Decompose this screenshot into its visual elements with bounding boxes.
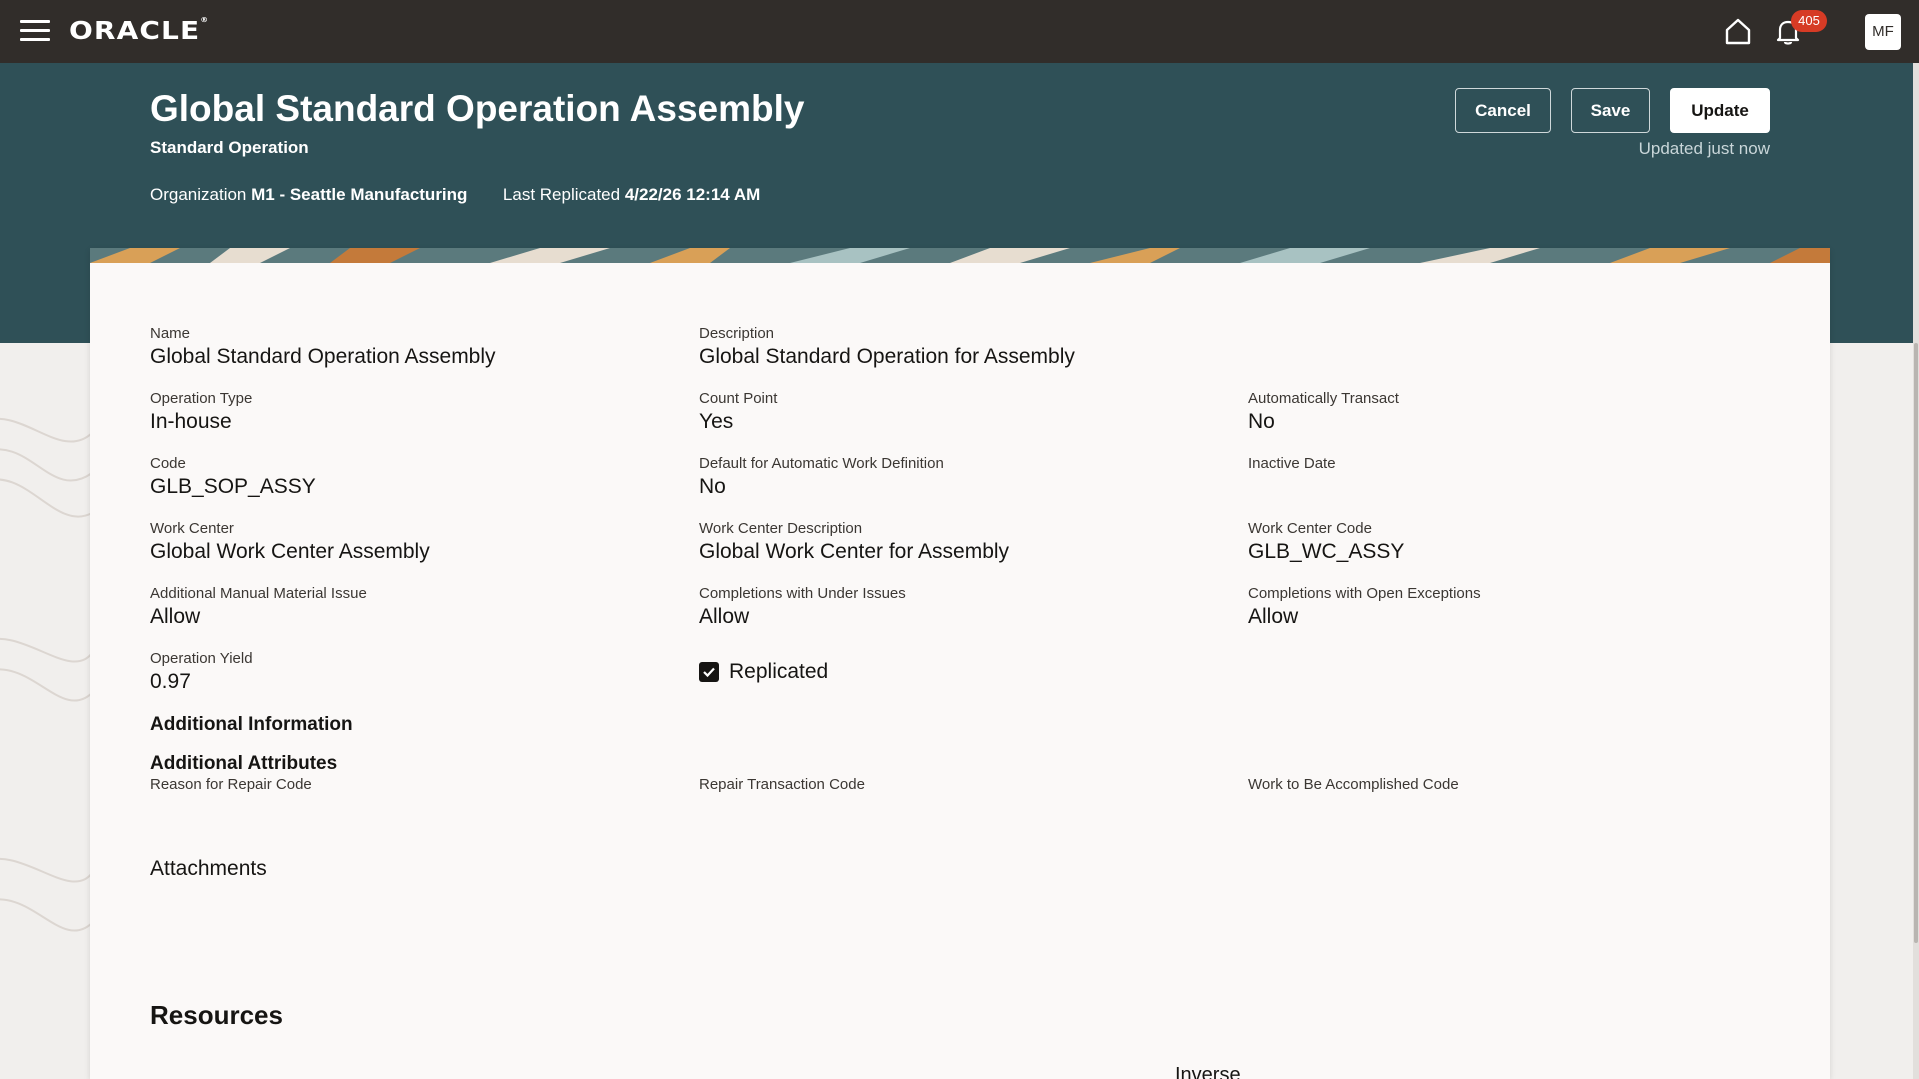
field-value: Yes — [699, 410, 734, 433]
field-label: Completions with Under Issues — [699, 585, 906, 602]
additional-information-heading: Additional Information — [150, 714, 353, 735]
field-work-center: Work Center Global Work Center Assembly — [150, 520, 430, 564]
organization-value: M1 - Seattle Manufacturing — [251, 185, 468, 204]
field-default-work-definition: Default for Automatic Work Definition No — [699, 455, 944, 499]
background-pattern — [0, 417, 92, 932]
replicated-label: Replicated — [729, 660, 829, 683]
field-name: Name Global Standard Operation Assembly — [150, 325, 496, 369]
field-label: Repair Transaction Code — [699, 776, 865, 793]
page-subtitle: Standard Operation — [150, 138, 309, 157]
field-count-point: Count Point Yes — [699, 390, 777, 434]
cancel-button[interactable]: Cancel — [1455, 88, 1551, 133]
field-code: Code GLB_SOP_ASSY — [150, 455, 316, 499]
field-label: Work Center Description — [699, 520, 863, 537]
field-label: Additional Manual Material Issue — [150, 585, 367, 602]
field-completions-open-exceptions: Completions with Open Exceptions Allow — [1248, 585, 1481, 629]
field-work-center-code: Work Center Code GLB_WC_ASSY — [1248, 520, 1404, 564]
field-automatically-transact: Automatically Transact No — [1248, 390, 1399, 434]
field-label: Operation Yield — [150, 650, 253, 667]
field-reason-repair-code: Reason for Repair Code — [150, 776, 312, 796]
field-value: No — [1248, 410, 1275, 433]
last-replicated-label: Last Replicated — [502, 185, 621, 204]
field-label: Name — [150, 325, 191, 342]
resources-heading: Resources — [150, 1000, 283, 1030]
user-avatar[interactable]: MF — [1865, 14, 1901, 50]
field-value: No — [699, 475, 726, 498]
replicated-checkbox[interactable]: Replicated — [699, 660, 828, 684]
card-decorative-strip — [90, 248, 1830, 263]
field-label: Automatically Transact — [1248, 390, 1399, 407]
field-manual-material-issue: Additional Manual Material Issue Allow — [150, 585, 367, 629]
field-value: Global Standard Operation for Assembly — [699, 345, 1075, 368]
field-operation-yield: Operation Yield 0.97 — [150, 650, 253, 694]
field-value: Global Work Center for Assembly — [699, 540, 1010, 563]
notification-count-badge[interactable]: 405 — [1791, 10, 1827, 32]
field-label: Reason for Repair Code — [150, 776, 312, 793]
field-label: Work Center — [150, 520, 234, 537]
field-value: 0.97 — [150, 670, 191, 693]
global-header: ORACLE® 405 MF — [0, 0, 1919, 63]
oracle-logo[interactable]: ORACLE® — [69, 16, 209, 45]
field-label: Count Point — [699, 390, 778, 407]
resources-column-header[interactable]: Inverse — [1175, 1064, 1241, 1079]
field-label: Description — [699, 325, 775, 342]
field-value: Allow — [699, 605, 750, 628]
field-value: GLB_WC_ASSY — [1248, 540, 1405, 563]
field-value: Global Work Center Assembly — [150, 540, 430, 563]
field-label: Default for Automatic Work Definition — [699, 455, 944, 472]
field-label: Work to Be Accomplished Code — [1248, 776, 1459, 793]
field-label: Completions with Open Exceptions — [1248, 585, 1481, 602]
field-label: Work Center Code — [1248, 520, 1372, 537]
checkbox-checked-icon[interactable] — [699, 662, 719, 682]
field-value: Global Standard Operation Assembly — [150, 345, 496, 368]
field-inactive-date: Inactive Date — [1248, 455, 1336, 475]
field-value: Allow — [150, 605, 201, 628]
page-scrollbar[interactable] — [1913, 63, 1919, 1079]
field-value: GLB_SOP_ASSY — [150, 475, 316, 498]
field-description: Description Global Standard Operation fo… — [699, 325, 1075, 369]
home-icon[interactable] — [1722, 15, 1754, 47]
update-button[interactable]: Update — [1670, 88, 1770, 133]
updated-status: Updated just now — [1638, 139, 1770, 158]
field-operation-type: Operation Type In-house — [150, 390, 252, 434]
page-title: Global Standard Operation Assembly — [150, 88, 805, 129]
save-button[interactable]: Save — [1571, 88, 1650, 133]
field-work-center-description: Work Center Description Global Work Cent… — [699, 520, 1009, 564]
organization-label: Organization — [150, 185, 247, 204]
hamburger-menu-icon[interactable] — [20, 20, 50, 42]
additional-attributes-heading: Additional Attributes — [150, 753, 338, 774]
field-label: Code — [150, 455, 186, 472]
field-label: Inactive Date — [1248, 455, 1336, 472]
field-label: Operation Type — [150, 390, 253, 407]
attachments-heading: Attachments — [150, 857, 267, 880]
field-value: In-house — [150, 410, 232, 433]
field-completions-under-issues: Completions with Under Issues Allow — [699, 585, 906, 629]
context-info: Organization M1 - Seattle Manufacturing … — [150, 185, 760, 205]
field-repair-transaction-code: Repair Transaction Code — [699, 776, 865, 796]
field-work-accomplished-code: Work to Be Accomplished Code — [1248, 776, 1459, 796]
last-replicated-value: 4/22/26 12:14 AM — [624, 185, 761, 204]
field-value: Allow — [1248, 605, 1299, 628]
details-card: Name Global Standard Operation Assembly … — [90, 248, 1830, 1079]
